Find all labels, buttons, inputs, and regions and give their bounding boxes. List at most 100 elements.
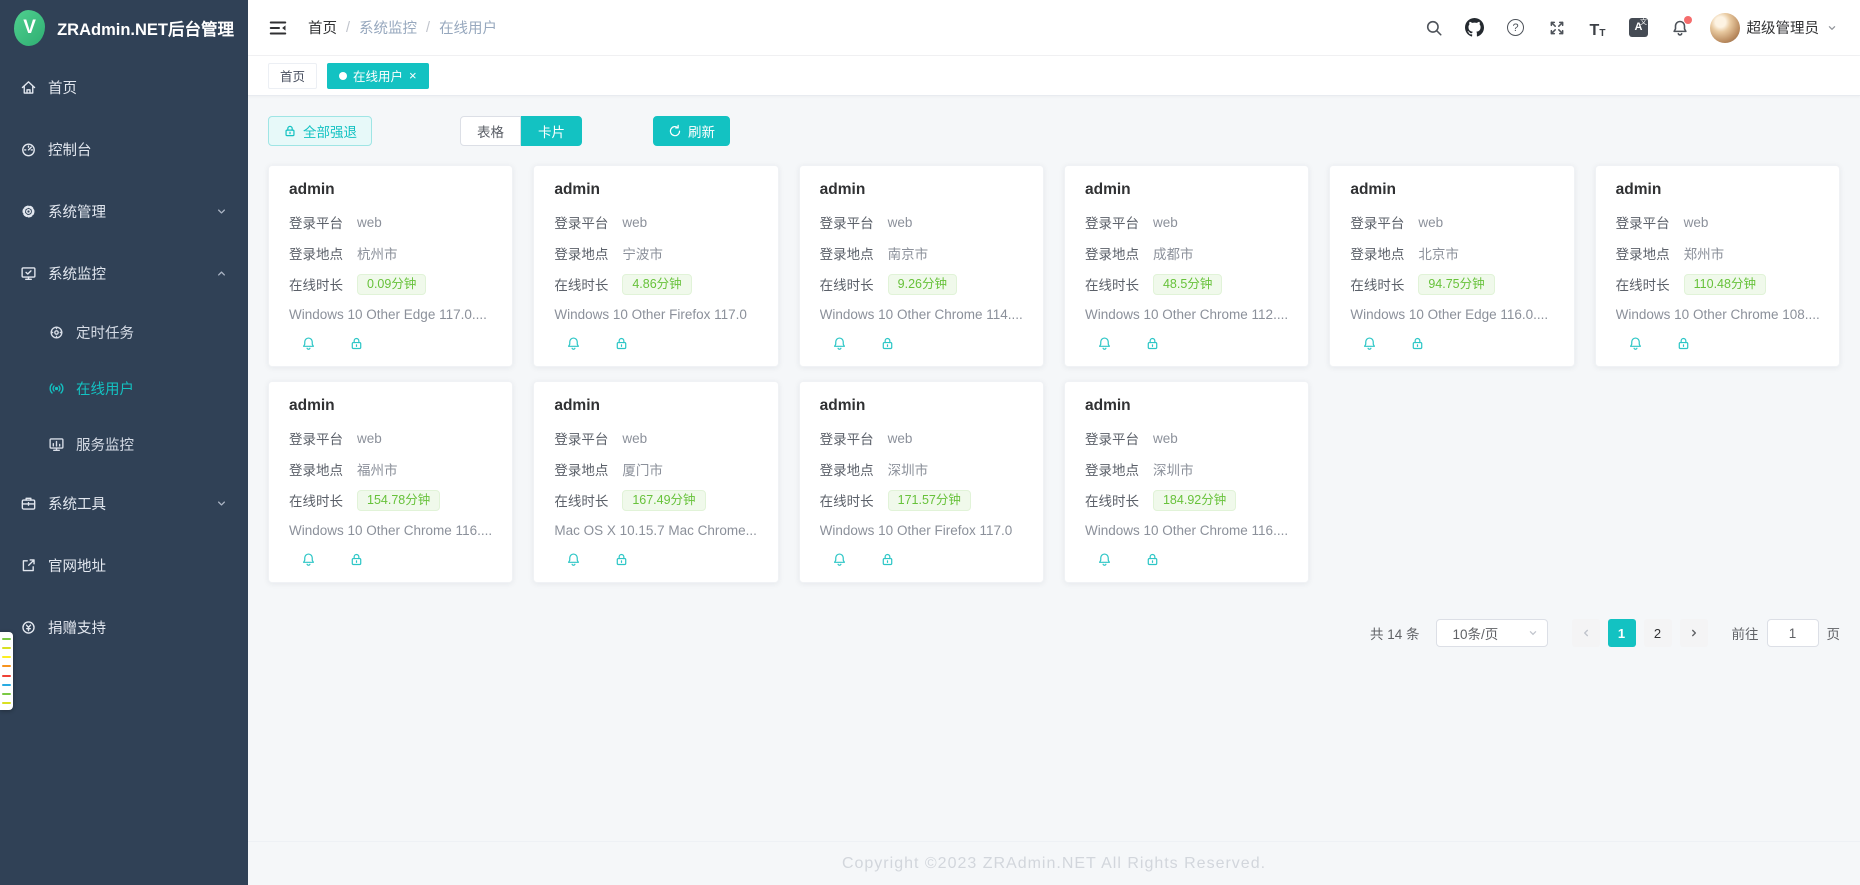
user-dropdown[interactable]: 超级管理员 bbox=[1710, 13, 1839, 43]
prev-page-button[interactable] bbox=[1572, 619, 1600, 647]
force-logout-user-button[interactable] bbox=[1145, 552, 1161, 568]
language-button[interactable]: A文 bbox=[1628, 17, 1650, 39]
breadcrumb-system-monitor[interactable]: 系统监控 bbox=[359, 17, 417, 38]
goto-page-input[interactable] bbox=[1767, 619, 1819, 647]
search-button[interactable] bbox=[1423, 17, 1445, 39]
lock-icon bbox=[880, 552, 895, 567]
sidebar-item-donate[interactable]: 捐赠支持 bbox=[0, 596, 248, 658]
avatar bbox=[1710, 13, 1740, 43]
force-logout-user-button[interactable] bbox=[614, 552, 630, 568]
duration-badge: 110.48分钟 bbox=[1684, 274, 1766, 295]
location-label: 登录地点 bbox=[1616, 243, 1670, 263]
sidebar-item-label: 系统监控 bbox=[48, 263, 106, 284]
github-button[interactable] bbox=[1464, 17, 1486, 39]
force-logout-user-button[interactable] bbox=[614, 336, 630, 352]
platform-label: 登录平台 bbox=[1085, 212, 1139, 232]
duration-label: 在线时长 bbox=[1350, 274, 1404, 294]
force-logout-user-button[interactable] bbox=[1676, 336, 1692, 352]
force-logout-user-button[interactable] bbox=[1410, 336, 1426, 352]
collapse-sidebar-button[interactable] bbox=[268, 18, 288, 38]
fullscreen-button[interactable] bbox=[1546, 17, 1568, 39]
sidebar-item-system-monitor[interactable]: 系统监控 bbox=[0, 242, 248, 304]
tab-online-users[interactable]: 在线用户 × bbox=[327, 63, 429, 89]
duration-badge: 171.57分钟 bbox=[888, 490, 971, 511]
page-1-button[interactable]: 1 bbox=[1608, 619, 1636, 647]
os-browser-value: Windows 10 Other Edge 117.0.... bbox=[289, 305, 492, 325]
gear-icon bbox=[20, 203, 37, 220]
notify-user-button[interactable] bbox=[301, 336, 317, 352]
sidebar-item-scheduled-tasks[interactable]: 定时任务 bbox=[0, 304, 248, 360]
close-tab-icon[interactable]: × bbox=[409, 69, 417, 82]
sidebar-item-system-tools[interactable]: 系统工具 bbox=[0, 472, 248, 534]
sidebar-item-label: 服务监控 bbox=[76, 434, 134, 455]
force-logout-all-button[interactable]: 全部强退 bbox=[268, 116, 372, 146]
online-user-card: admin 登录平台 web 登录地点 深圳市 在线时长 171.57分钟 bbox=[799, 381, 1044, 583]
chevron-left-icon bbox=[1580, 627, 1592, 639]
next-page-button[interactable] bbox=[1680, 619, 1708, 647]
app-logo[interactable]: V ZRAdmin.NET后台管理 bbox=[0, 0, 248, 56]
language-icon: A文 bbox=[1629, 18, 1648, 37]
refresh-button[interactable]: 刷新 bbox=[653, 116, 730, 146]
font-size-button[interactable]: TT bbox=[1587, 17, 1609, 39]
tab-home[interactable]: 首页 bbox=[268, 63, 317, 89]
sidebar-item-system-mgmt[interactable]: 系统管理 bbox=[0, 180, 248, 242]
force-logout-user-button[interactable] bbox=[880, 336, 896, 352]
bell-icon bbox=[566, 336, 581, 351]
chevron-down-icon bbox=[215, 205, 228, 218]
bell-icon bbox=[1097, 552, 1112, 567]
lock-icon bbox=[349, 336, 364, 351]
help-button[interactable]: ? bbox=[1505, 17, 1527, 39]
sidebar-item-home[interactable]: 首页 bbox=[0, 56, 248, 118]
duration-badge: 48.5分钟 bbox=[1153, 274, 1222, 295]
page-size-select[interactable]: 10条/页 bbox=[1436, 619, 1548, 647]
card-view-button[interactable]: 卡片 bbox=[521, 116, 582, 146]
os-browser-value: Windows 10 Other Chrome 114.... bbox=[820, 305, 1023, 325]
online-user-card: admin 登录平台 web 登录地点 成都市 在线时长 48.5分钟 bbox=[1064, 165, 1309, 367]
notify-user-button[interactable] bbox=[832, 552, 848, 568]
force-logout-user-button[interactable] bbox=[880, 552, 896, 568]
sidebar-item-official-site[interactable]: 官网地址 bbox=[0, 534, 248, 596]
notify-user-button[interactable] bbox=[1362, 336, 1378, 352]
page-size-value: 10条/页 bbox=[1453, 623, 1499, 643]
sidebar-item-online-users[interactable]: 在线用户 bbox=[0, 360, 248, 416]
sidebar-item-dashboard[interactable]: 控制台 bbox=[0, 118, 248, 180]
notify-user-button[interactable] bbox=[1628, 336, 1644, 352]
copyright-text: Copyright ©2023 ZRAdmin.NET All Rights R… bbox=[842, 855, 1266, 873]
notification-button[interactable] bbox=[1669, 17, 1691, 39]
breadcrumb-separator: / bbox=[346, 20, 350, 36]
online-user-card: admin 登录平台 web 登录地点 宁波市 在线时长 4.86分钟 bbox=[533, 165, 778, 367]
force-logout-user-button[interactable] bbox=[1145, 336, 1161, 352]
page-2-button[interactable]: 2 bbox=[1644, 619, 1672, 647]
refresh-label: 刷新 bbox=[688, 121, 715, 141]
notify-user-button[interactable] bbox=[566, 552, 582, 568]
notify-user-button[interactable] bbox=[1097, 336, 1113, 352]
pagination-total: 共 14 条 bbox=[1370, 623, 1420, 643]
force-logout-user-button[interactable] bbox=[349, 552, 365, 568]
lock-icon bbox=[1410, 336, 1425, 351]
duration-label: 在线时长 bbox=[820, 490, 874, 510]
platform-label: 登录平台 bbox=[820, 212, 874, 232]
duration-label: 在线时长 bbox=[289, 490, 343, 510]
force-logout-label: 全部强退 bbox=[303, 121, 357, 141]
notify-user-button[interactable] bbox=[1097, 552, 1113, 568]
duration-badge: 0.09分钟 bbox=[357, 274, 426, 295]
bell-icon bbox=[1628, 336, 1643, 351]
view-toggle: 表格 卡片 bbox=[460, 116, 582, 146]
platform-label: 登录平台 bbox=[1616, 212, 1670, 232]
breadcrumb-home[interactable]: 首页 bbox=[308, 17, 337, 38]
duration-badge: 4.86分钟 bbox=[622, 274, 691, 295]
notify-user-button[interactable] bbox=[301, 552, 317, 568]
table-view-button[interactable]: 表格 bbox=[460, 116, 521, 146]
card-username: admin bbox=[554, 181, 757, 199]
location-label: 登录地点 bbox=[820, 459, 874, 479]
sidebar-item-service-monitor[interactable]: 服务监控 bbox=[0, 416, 248, 472]
notify-user-button[interactable] bbox=[566, 336, 582, 352]
lock-icon bbox=[880, 336, 895, 351]
chevron-right-icon bbox=[1688, 627, 1700, 639]
location-value: 深圳市 bbox=[888, 459, 929, 479]
browser-extension-handle[interactable] bbox=[0, 632, 13, 710]
platform-label: 登录平台 bbox=[1085, 428, 1139, 448]
online-user-card: admin 登录平台 web 登录地点 厦门市 在线时长 167.49分钟 bbox=[533, 381, 778, 583]
force-logout-user-button[interactable] bbox=[349, 336, 365, 352]
notify-user-button[interactable] bbox=[832, 336, 848, 352]
